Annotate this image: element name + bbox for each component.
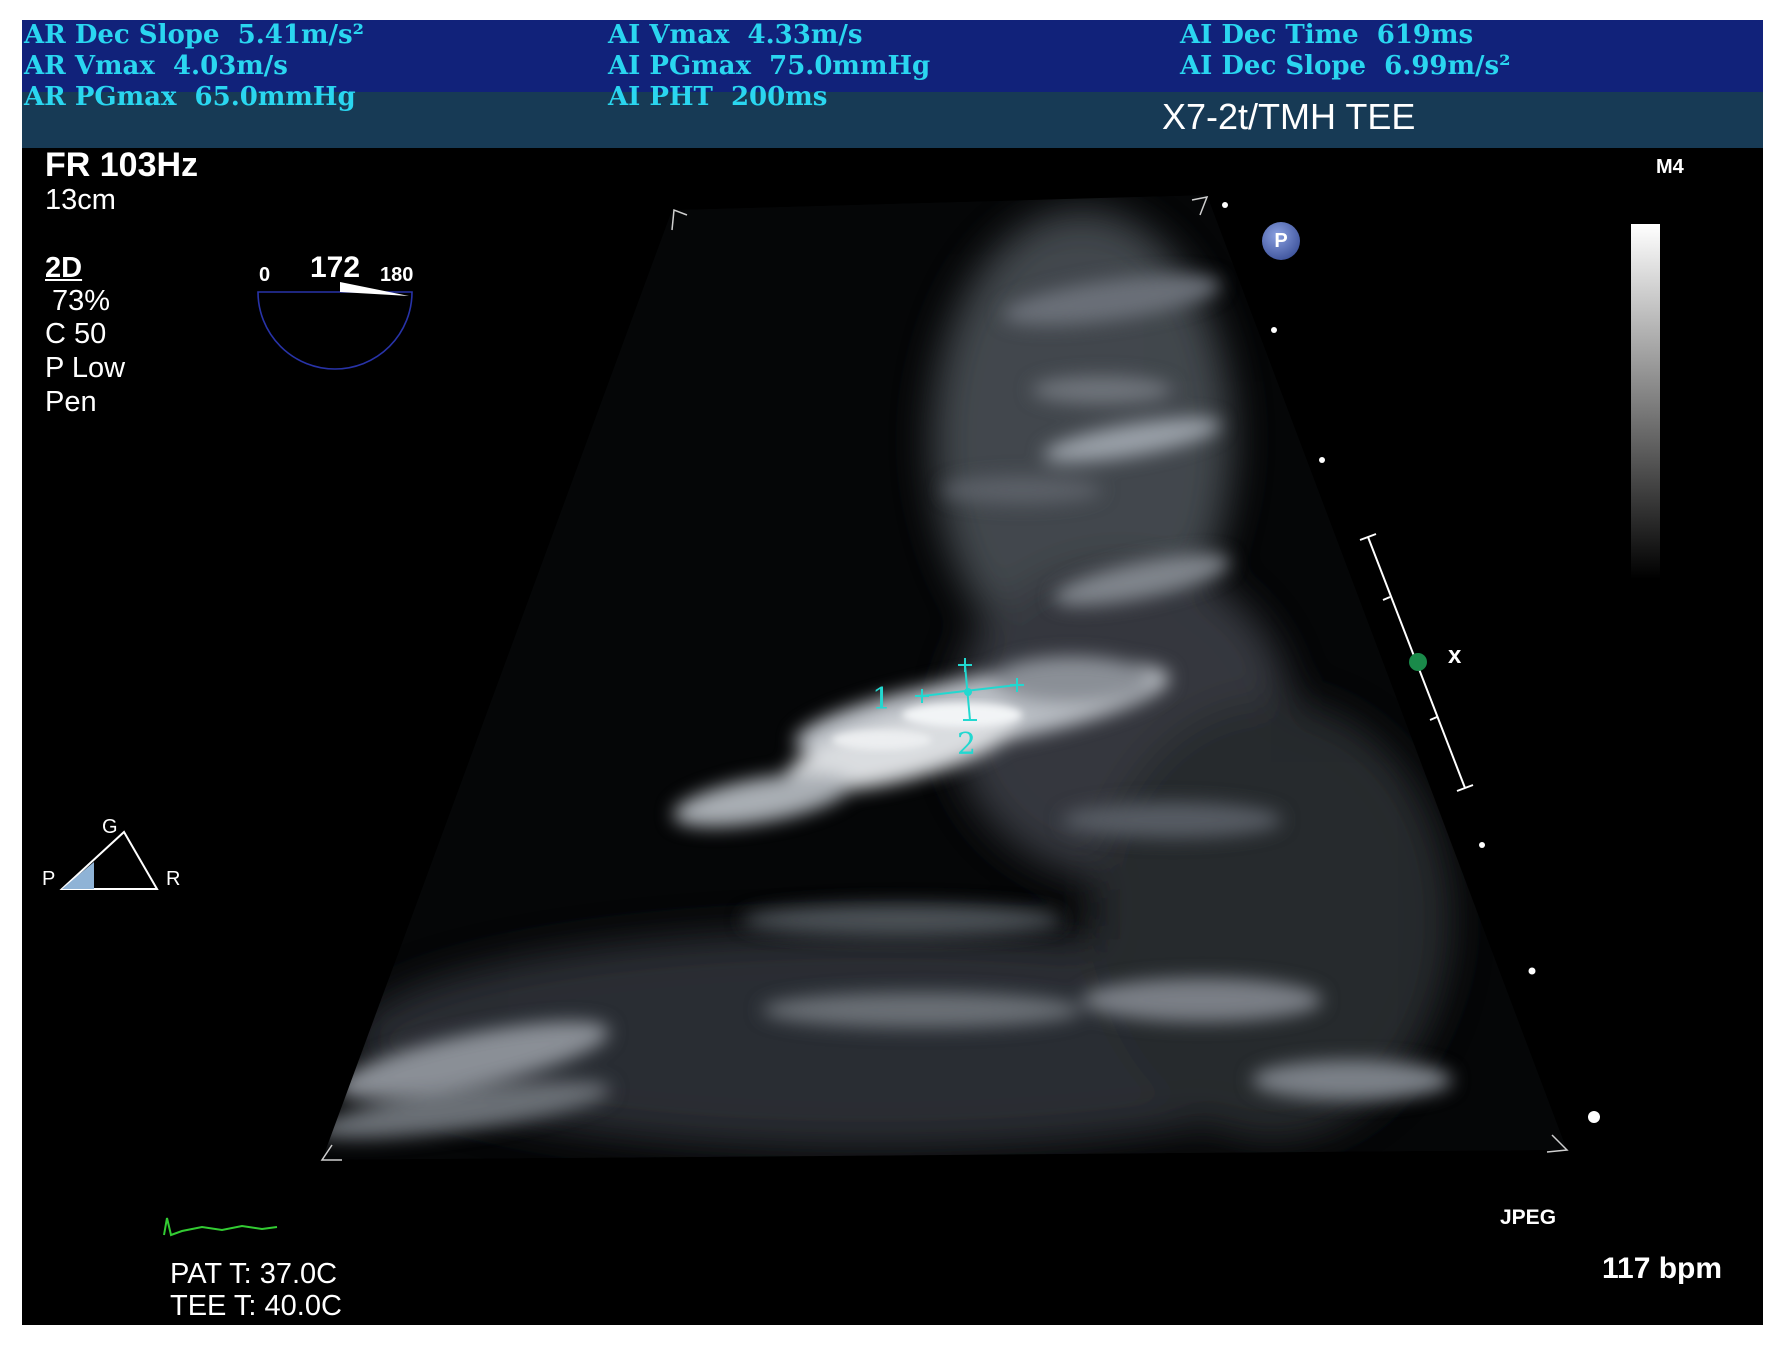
tee-temperature: TEE T: 40.0C xyxy=(170,1290,342,1322)
depth: 13cm xyxy=(45,184,116,216)
heart-rate: 117 bpm xyxy=(1602,1252,1723,1285)
orientation-r: R xyxy=(166,868,181,890)
omniplane-angle: 172 xyxy=(310,251,361,284)
ultrasound-image xyxy=(59,195,1660,1237)
compression: C 50 xyxy=(45,318,107,350)
orientation-g: G xyxy=(102,816,118,838)
echo-sector xyxy=(322,195,1567,1160)
gain: 73% xyxy=(52,285,111,317)
omniplane-min: 0 xyxy=(259,264,271,286)
ecg-trace xyxy=(163,1217,278,1237)
preset: Pen xyxy=(45,386,97,418)
caliper-label-1: 1 xyxy=(872,682,892,717)
omniplane-max: 180 xyxy=(380,264,414,286)
focus-marker: x xyxy=(1448,642,1462,669)
ultrasound-screen: AR Dec Slope 5.41m/s² AR Vmax 4.03m/s AR… xyxy=(22,20,1763,1325)
p-marker-label: P xyxy=(1274,230,1288,252)
patient-temperature: PAT T: 37.0C xyxy=(170,1258,338,1290)
grayscale-bar xyxy=(1631,224,1660,579)
scale-map-label: M4 xyxy=(1656,156,1684,178)
mode: 2D xyxy=(45,252,83,284)
caliper-label-2: 2 xyxy=(957,727,977,762)
focus-dot xyxy=(1409,653,1427,671)
orientation-p: P xyxy=(42,868,56,890)
omniplane-indicator xyxy=(257,282,413,370)
power: P Low xyxy=(45,352,126,384)
p-marker: P xyxy=(1262,222,1300,260)
format-label: JPEG xyxy=(1500,1206,1557,1229)
frame-rate: FR 103Hz xyxy=(45,146,199,184)
orientation-icon xyxy=(59,830,159,890)
